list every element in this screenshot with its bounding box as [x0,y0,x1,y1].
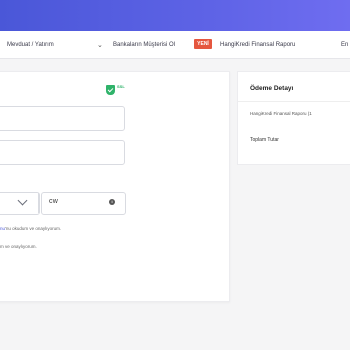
divider [238,101,350,102]
nav-item-finansal-rapor[interactable]: HangiKredi Finansal Raporu [220,42,295,48]
nav-item-musteri-ol[interactable]: Bankaların Müşterisi Ol [113,42,175,48]
card-holder-input[interactable] [0,106,125,131]
consent-text-1: nu'nu okudum ve onaylıyorum. [0,226,62,231]
main-navigation: Mevduat / Yatırım ⌄ Bankaların Müşterisi… [0,31,350,59]
ssl-shield-icon [106,85,115,95]
top-brand-bar [0,0,350,31]
nav-item-more[interactable]: En [341,42,348,48]
summary-title: Ödeme Detayı [250,85,294,92]
card-number-input[interactable] [0,140,125,165]
chevron-down-icon[interactable]: ⌄ [97,41,103,49]
total-label: Toplam Tutar [250,137,279,143]
ssl-badge: SSL [106,84,128,96]
ssl-label: SSL [117,84,125,89]
divider [38,193,39,213]
summary-item: HangiKredi Finansal Raporu (1 [250,111,312,116]
consent-text-2: m ve onaylıyorum. [0,244,37,249]
new-badge: YENİ [194,39,212,49]
cvv-value: cw [49,198,59,205]
nav-item-mevduat[interactable]: Mevduat / Yatırım [7,42,54,48]
info-icon[interactable]: i [109,199,115,205]
